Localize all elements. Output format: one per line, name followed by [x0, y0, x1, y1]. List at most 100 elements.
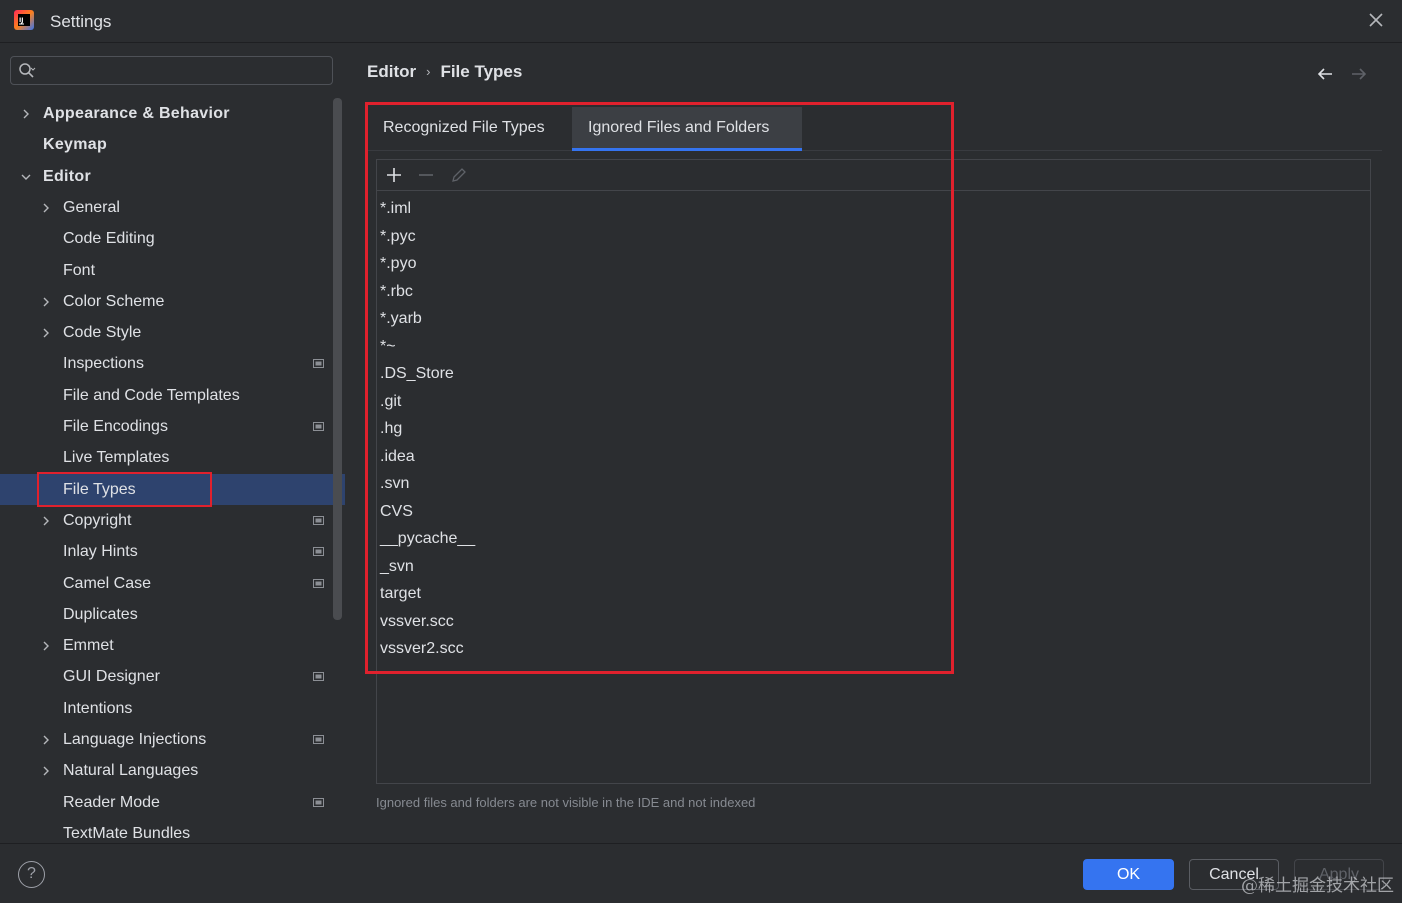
help-button[interactable]: ?	[18, 861, 45, 888]
back-arrow-icon[interactable]	[1316, 66, 1334, 82]
chevron-right-icon[interactable]	[40, 202, 52, 214]
list-item[interactable]: __pycache__	[380, 525, 475, 552]
list-toolbar	[377, 160, 1370, 191]
chevron-right-icon[interactable]	[40, 296, 52, 308]
list-item[interactable]: .git	[380, 388, 401, 415]
plus-icon[interactable]	[385, 166, 403, 184]
sidebar-item-emmet[interactable]: Emmet	[0, 630, 345, 661]
sidebar-item-label: Reader Mode	[63, 794, 160, 811]
sidebar-item-label: Appearance & Behavior	[43, 105, 230, 122]
search-field[interactable]	[10, 56, 333, 85]
breadcrumb-parent[interactable]: Editor	[367, 62, 416, 81]
sidebar-item-label: Natural Languages	[63, 762, 199, 779]
project-level-icon	[313, 672, 324, 681]
chevron-down-icon[interactable]	[20, 171, 32, 183]
sidebar-item-appearance-behavior[interactable]: Appearance & Behavior	[0, 98, 345, 129]
ignored-files-panel: *.iml *.pyc *.pyo *.rbc *.yarb *~ .DS_Store .gi…	[376, 159, 1371, 784]
panel-note: Ignored files and folders are not visibl…	[376, 795, 756, 810]
chevron-right-icon[interactable]	[40, 640, 52, 652]
sidebar-item-label: File and Code Templates	[63, 387, 240, 404]
sidebar-item-label: Intentions	[63, 700, 133, 717]
list-item[interactable]: *~	[380, 333, 396, 360]
sidebar-item-font[interactable]: Font	[0, 255, 345, 286]
chevron-right-icon[interactable]	[40, 765, 52, 777]
sidebar-item-inlay-hints[interactable]: Inlay Hints	[0, 536, 345, 567]
sidebar-item-label: Keymap	[43, 136, 108, 153]
sidebar-item-keymap[interactable]: Keymap	[0, 129, 345, 160]
sidebar-item-file-and-code-templates[interactable]: File and Code Templates	[0, 380, 345, 411]
sidebar-item-label: Code Editing	[63, 230, 155, 247]
window-title: Settings	[50, 12, 112, 31]
project-level-icon	[313, 516, 324, 525]
list-item[interactable]: .DS_Store	[380, 360, 454, 387]
sidebar-item-file-types[interactable]: File Types	[0, 474, 345, 505]
sidebar-item-general[interactable]: General	[0, 192, 345, 223]
dialog-footer: ? OK Cancel Apply	[0, 843, 1402, 903]
sidebar-item-language-injections[interactable]: Language Injections	[0, 724, 345, 755]
list-item[interactable]: *.iml	[380, 195, 411, 222]
list-item[interactable]: *.pyc	[380, 223, 416, 250]
chevron-right-icon[interactable]	[40, 515, 52, 527]
sidebar-item-label: Inspections	[63, 355, 144, 372]
sidebar-item-label: Color Scheme	[63, 293, 165, 310]
project-level-icon	[313, 359, 324, 368]
sidebar-scrollbar[interactable]	[333, 98, 342, 620]
cancel-button[interactable]: Cancel	[1189, 859, 1279, 890]
list-item[interactable]: target	[380, 580, 421, 607]
project-level-icon	[313, 579, 324, 588]
sidebar-item-label: Copyright	[63, 512, 132, 529]
search-icon	[19, 63, 36, 78]
sidebar-item-label: Font	[63, 262, 96, 279]
sidebar-item-code-style[interactable]: Code Style	[0, 317, 345, 348]
sidebar-item-duplicates[interactable]: Duplicates	[0, 599, 345, 630]
sidebar-item-label: Camel Case	[63, 575, 152, 592]
minus-icon[interactable]	[417, 166, 435, 184]
list-item[interactable]: _svn	[380, 553, 414, 580]
ok-button[interactable]: OK	[1083, 859, 1174, 890]
sidebar-item-live-templates[interactable]: Live Templates	[0, 442, 345, 473]
sidebar-item-label: General	[63, 199, 120, 216]
chevron-right-icon[interactable]	[40, 327, 52, 339]
list-item[interactable]: *.yarb	[380, 305, 422, 332]
list-item[interactable]: .hg	[380, 415, 402, 442]
sidebar-item-label: File Encodings	[63, 418, 168, 435]
close-icon[interactable]	[1366, 10, 1386, 30]
list-item[interactable]: vssver.scc	[380, 608, 454, 635]
sidebar-item-natural-languages[interactable]: Natural Languages	[0, 755, 345, 786]
sidebar-item-color-scheme[interactable]: Color Scheme	[0, 286, 345, 317]
list-item[interactable]: *.pyo	[380, 250, 416, 277]
apply-button[interactable]: Apply	[1294, 859, 1384, 890]
sidebar-item-label: Code Style	[63, 324, 142, 341]
sidebar-item-copyright[interactable]: Copyright	[0, 505, 345, 536]
sidebar-item-inspections[interactable]: Inspections	[0, 348, 345, 379]
sidebar-item-intentions[interactable]: Intentions	[0, 693, 345, 724]
project-level-icon	[313, 422, 324, 431]
sidebar-item-editor[interactable]: Editor	[0, 161, 345, 192]
chevron-right-icon[interactable]	[20, 108, 32, 120]
sidebar-item-label: Language Injections	[63, 731, 207, 748]
sidebar-item-code-editing[interactable]: Code Editing	[0, 223, 345, 254]
sidebar-item-camel-case[interactable]: Camel Case	[0, 568, 345, 599]
list-item[interactable]: .idea	[380, 443, 415, 470]
list-item[interactable]: .svn	[380, 470, 409, 497]
sidebar-item-label: Editor	[43, 168, 92, 185]
list-item[interactable]: CVS	[380, 498, 413, 525]
sidebar-item-label: Emmet	[63, 637, 114, 654]
tab-ignored-files-and-folders[interactable]: Ignored Files and Folders	[572, 107, 802, 151]
sidebar-item-label: File Types	[63, 481, 136, 498]
title-bar: IJ Settings	[0, 0, 1402, 43]
settings-sidebar: Appearance & Behavior Keymap Editor General…	[0, 43, 345, 843]
forward-arrow-icon[interactable]	[1350, 66, 1368, 82]
sidebar-item-label: Live Templates	[63, 449, 170, 466]
tab-recognized-file-types[interactable]: Recognized File Types	[367, 107, 572, 151]
search-input[interactable]	[43, 61, 327, 83]
sidebar-item-file-encodings[interactable]: File Encodings	[0, 411, 345, 442]
chevron-right-icon[interactable]	[40, 734, 52, 746]
sidebar-item-reader-mode[interactable]: Reader Mode	[0, 787, 345, 818]
breadcrumb-separator: ›	[426, 64, 431, 79]
project-level-icon	[313, 735, 324, 744]
sidebar-item-gui-designer[interactable]: GUI Designer	[0, 661, 345, 692]
list-item[interactable]: *.rbc	[380, 278, 413, 305]
list-item[interactable]: vssver2.scc	[380, 635, 464, 662]
pencil-icon[interactable]	[450, 166, 468, 184]
